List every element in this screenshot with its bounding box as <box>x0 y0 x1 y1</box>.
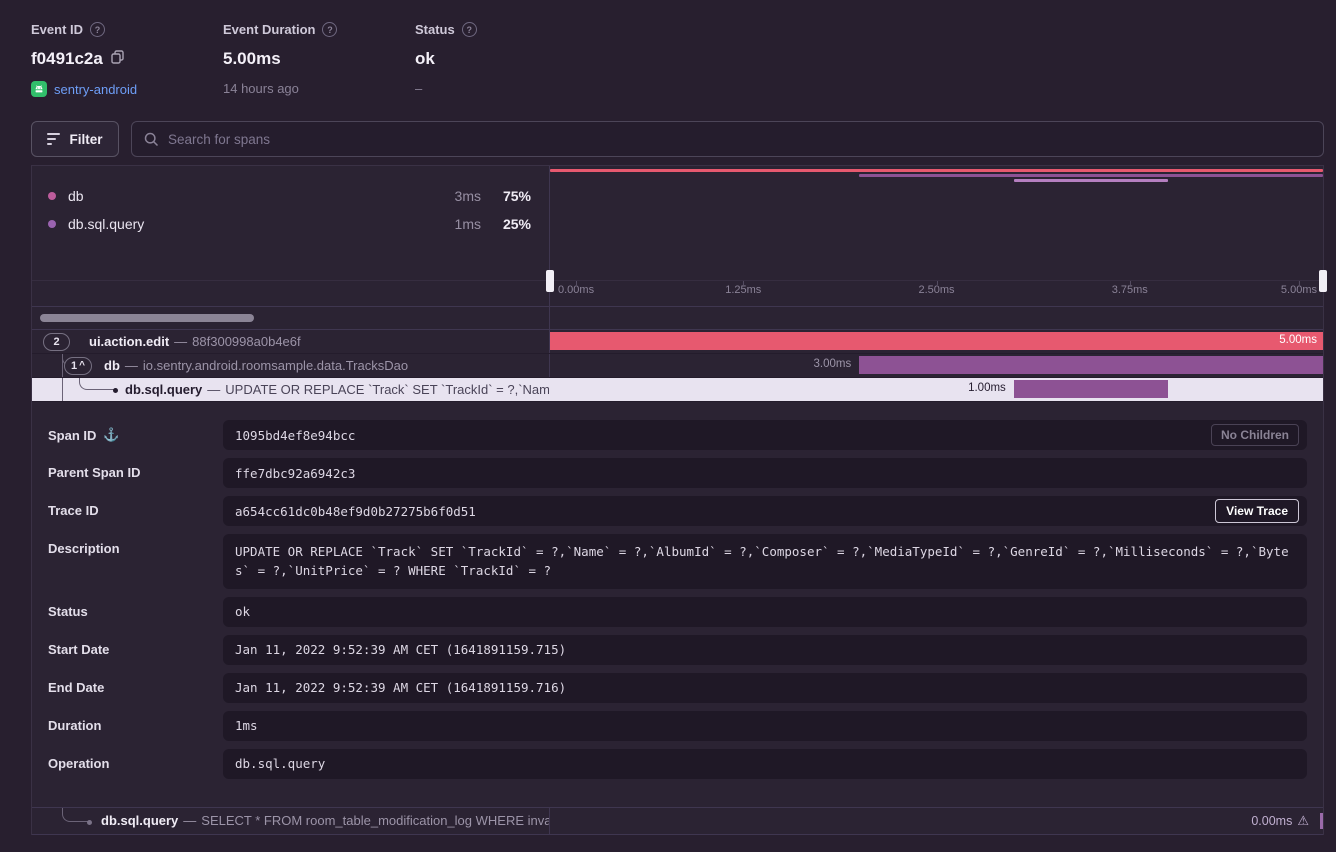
axis-tick-label: 1.25ms <box>725 284 761 296</box>
time-axis: 0.00ms 1.25ms 2.50ms 3.75ms 5.00ms <box>550 281 1323 306</box>
span-status-value: ok <box>223 597 1307 627</box>
chevron-up-icon: ^ <box>79 362 85 370</box>
axis-tick-label: 3.75ms <box>1112 284 1148 296</box>
event-age: 14 hours ago <box>223 81 299 96</box>
op-color-dot <box>48 220 56 228</box>
span-desc: 88f300998a0b4e6f <box>192 334 300 349</box>
axis-tick-label: 0.00ms <box>558 284 594 296</box>
filter-button-label: Filter <box>69 132 102 147</box>
minimap-span-line <box>550 169 1323 172</box>
detail-row-status: Status ok <box>48 597 1307 627</box>
detail-row-span-id: Span ID ⚓ 1095bd4ef8e94bcc No Children <box>48 420 1307 450</box>
event-duration-column: Event Duration ? 5.00ms 14 hours ago <box>223 22 415 97</box>
event-duration-value: 5.00ms <box>223 49 281 69</box>
span-duration-bar[interactable] <box>1014 380 1169 398</box>
copy-icon[interactable] <box>111 49 124 69</box>
span-desc: SELECT * FROM room_table_modification_lo… <box>201 813 550 828</box>
end-date-value: Jan 11, 2022 9:52:39 AM CET (1641891159.… <box>223 673 1307 703</box>
tree-connector-elbow <box>62 808 88 822</box>
legend-item-db[interactable]: db 3ms 75% <box>32 182 549 210</box>
span-detail-panel: Span ID ⚓ 1095bd4ef8e94bcc No Children P… <box>32 402 1323 785</box>
span-op: db <box>104 358 120 373</box>
event-id-value: f0491c2a <box>31 49 103 69</box>
event-id-label: Event ID <box>31 22 83 37</box>
minimap-left-handle[interactable] <box>546 270 554 292</box>
status-label: Status <box>415 22 455 37</box>
span-duration-bar[interactable] <box>859 356 1323 374</box>
detail-row-end-date: End Date Jan 11, 2022 9:52:39 AM CET (16… <box>48 673 1307 703</box>
trace-id-value: a654cc61dc0b48ef9d0b27275b6f0d51 View Tr… <box>223 496 1307 526</box>
detail-row-parent-span-id: Parent Span ID ffe7dbc92a6942c3 <box>48 458 1307 488</box>
axis-tick-label: 2.50ms <box>918 284 954 296</box>
span-desc: io.sentry.android.roomsample.data.Tracks… <box>143 358 408 373</box>
tree-connector-elbow <box>79 378 115 390</box>
event-duration-label: Event Duration <box>223 22 315 37</box>
project-link[interactable]: sentry-android <box>54 82 137 97</box>
start-date-value: Jan 11, 2022 9:52:39 AM CET (1641891159.… <box>223 635 1307 665</box>
event-id-column: Event ID ? f0491c2a sentry-android <box>31 22 223 97</box>
trace-minimap[interactable] <box>550 166 1323 280</box>
legend-item-db-sql-query[interactable]: db.sql.query 1ms 25% <box>32 210 549 238</box>
span-duration-label: 3.00ms <box>813 358 859 370</box>
span-row-ui-action-edit[interactable]: 2 ui.action.edit—88f300998a0b4e6f 5.00ms <box>32 330 1323 354</box>
no-children-badge: No Children <box>1211 424 1299 446</box>
span-desc: UPDATE OR REPLACE `Track` SET `TrackId` … <box>225 382 550 397</box>
span-duration-value: 1ms <box>223 711 1307 741</box>
description-value: UPDATE OR REPLACE `Track` SET `TrackId` … <box>223 534 1307 589</box>
search-input[interactable] <box>168 132 1311 147</box>
span-duration-bar[interactable]: 5.00ms <box>550 332 1323 350</box>
operations-breakdown: db 3ms 75% db.sql.query 1ms 25% <box>32 166 550 280</box>
span-marker-dot <box>113 388 118 393</box>
span-search[interactable] <box>131 121 1324 157</box>
span-op: db.sql.query <box>101 813 178 828</box>
span-id-value: 1095bd4ef8e94bcc No Children <box>223 420 1307 450</box>
span-duration-label: 0.00ms <box>1251 814 1292 828</box>
span-duration-bar <box>1320 813 1323 829</box>
span-row-db-sql-query-selected[interactable]: db.sql.query—UPDATE OR REPLACE `Track` S… <box>32 378 1323 402</box>
android-project-icon <box>31 81 47 97</box>
help-icon[interactable]: ? <box>322 22 337 37</box>
span-duration-label: 5.00ms <box>1279 334 1317 346</box>
warning-icon: ⚠ <box>1297 813 1309 829</box>
help-icon[interactable]: ? <box>462 22 477 37</box>
span-children-pill[interactable]: 2 <box>43 333 70 351</box>
status-sub: – <box>415 81 422 96</box>
detail-row-operation: Operation db.sql.query <box>48 749 1307 779</box>
anchor-icon[interactable]: ⚓ <box>103 427 119 443</box>
spans-toolbar: Filter <box>31 121 1324 157</box>
axis-tick-label: 5.00ms <box>1281 284 1317 296</box>
span-op: ui.action.edit <box>89 334 169 349</box>
span-marker-dot <box>87 820 92 825</box>
detail-row-trace-id: Trace ID a654cc61dc0b48ef9d0b27275b6f0d5… <box>48 496 1307 526</box>
filter-icon <box>47 133 60 145</box>
view-trace-button[interactable]: View Trace <box>1215 499 1299 523</box>
detail-row-description: Description UPDATE OR REPLACE `Track` SE… <box>48 534 1307 589</box>
horizontal-scrollbar[interactable] <box>40 314 254 322</box>
span-row-db[interactable]: 1^ db—io.sentry.android.roomsample.data.… <box>32 354 1323 378</box>
spans-panel: db 3ms 75% db.sql.query 1ms 25% 0.00ms 1.… <box>31 165 1324 835</box>
status-column: Status ? ok – <box>415 22 607 97</box>
event-header: Event ID ? f0491c2a sentry-android Event… <box>31 22 607 97</box>
detail-row-duration: Duration 1ms <box>48 711 1307 741</box>
op-color-dot <box>48 192 56 200</box>
span-op: db.sql.query <box>125 382 202 397</box>
status-value: ok <box>415 49 435 69</box>
detail-row-start-date: Start Date Jan 11, 2022 9:52:39 AM CET (… <box>48 635 1307 665</box>
search-icon <box>144 132 159 147</box>
minimap-span-line <box>859 174 1323 177</box>
span-row-db-sql-query-select[interactable]: db.sql.query—SELECT * FROM room_table_mo… <box>32 807 1323 835</box>
minimap-span-line <box>1014 179 1169 182</box>
minimap-right-handle[interactable] <box>1319 270 1327 292</box>
span-duration-label: 1.00ms <box>968 382 1014 394</box>
span-children-pill[interactable]: 1^ <box>64 357 92 375</box>
help-icon[interactable]: ? <box>90 22 105 37</box>
operation-value: db.sql.query <box>223 749 1307 779</box>
filter-button[interactable]: Filter <box>31 121 119 157</box>
parent-span-id-value: ffe7dbc92a6942c3 <box>223 458 1307 488</box>
tree-connector-line <box>62 378 63 401</box>
